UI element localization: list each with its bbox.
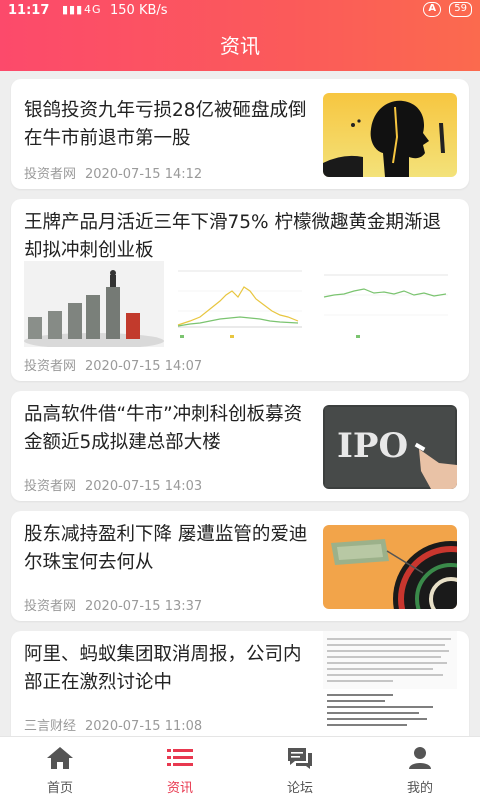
home-icon xyxy=(46,746,74,770)
news-source: 投资者网 xyxy=(24,359,77,374)
tab-label: 资讯 xyxy=(166,781,193,796)
signal-icon: ▮▮▮ xyxy=(62,3,84,16)
news-card[interactable]: 股东减持盈利下降 屡遭监管的爱迪尔珠宝何去何从 投资者网 2020-07-15 1… xyxy=(11,511,469,621)
tab-label: 论坛 xyxy=(286,781,313,796)
news-title[interactable]: 股东减持盈利下降 屡遭监管的爱迪尔珠宝何去何从 xyxy=(24,521,314,577)
vpn-icon: A xyxy=(423,2,442,17)
tab-forum[interactable]: 论坛 xyxy=(240,737,360,800)
news-date: 2020-07-15 14:03 xyxy=(85,479,203,494)
bar-blocks-image[interactable] xyxy=(24,261,164,347)
tab-label: 首页 xyxy=(46,781,73,796)
news-meta: 三言财经 2020-07-15 11:08 xyxy=(24,715,202,734)
news-card[interactable]: 银鸽投资九年亏损28亿被砸盘成倒在牛市前退市第一股 投资者网 2020-07-15… xyxy=(11,79,469,189)
news-meta: 投资者网 2020-07-15 13:37 xyxy=(24,595,202,614)
tab-news[interactable]: 资讯 xyxy=(120,737,240,800)
line-chart-image[interactable] xyxy=(170,261,310,347)
news-feed[interactable]: 银鸽投资九年亏损28亿被砸盘成倒在牛市前退市第一股 投资者网 2020-07-15… xyxy=(0,71,480,736)
profile-icon xyxy=(406,746,434,770)
news-meta: 投资者网 2020-07-15 14:03 xyxy=(24,475,202,494)
news-source: 投资者网 xyxy=(24,479,77,494)
news-date: 2020-07-15 13:37 xyxy=(85,599,203,614)
news-title[interactable]: 品高软件借“牛市”冲刺科创板募资金额近5成拟建总部大楼 xyxy=(24,401,314,457)
status-bar: 11:17 ▮▮▮ 4G 150 KB/s A 59 xyxy=(0,0,480,22)
news-source: 投资者网 xyxy=(24,167,77,182)
news-meta: 投资者网 2020-07-15 14:12 xyxy=(24,163,202,182)
news-title[interactable]: 王牌产品月活近三年下滑75% 柠檬微趣黄金期渐退却拟冲刺创业板 xyxy=(24,209,454,265)
tab-home[interactable]: 首页 xyxy=(0,737,120,800)
battery-icon: 59 xyxy=(449,2,472,17)
news-date: 2020-07-15 14:07 xyxy=(85,359,203,374)
bottom-tab-bar: 首页 资讯 论坛 我的 xyxy=(0,736,480,800)
silhouette-head-image[interactable] xyxy=(323,93,457,177)
network-speed: 150 KB/s xyxy=(110,3,168,18)
news-title[interactable]: 阿里、蚂蚁集团取消周报，公司内部正在激烈讨论中 xyxy=(24,641,314,697)
news-source: 投资者网 xyxy=(24,599,77,614)
dart-money-image[interactable] xyxy=(323,525,457,609)
news-card[interactable]: 品高软件借“牛市”冲刺科创板募资金额近5成拟建总部大楼 投资者网 2020-07-… xyxy=(11,391,469,501)
news-date: 2020-07-15 11:08 xyxy=(85,719,203,734)
news-title[interactable]: 银鸽投资九年亏损28亿被砸盘成倒在牛市前退市第一股 xyxy=(24,97,314,153)
network-type: 4G xyxy=(84,3,102,16)
status-time: 11:17 xyxy=(8,3,50,18)
forum-icon xyxy=(286,746,314,770)
news-card[interactable]: 阿里、蚂蚁集团取消周报，公司内部正在激烈讨论中 三言财经 2020-07-15 1… xyxy=(11,631,469,736)
tab-profile[interactable]: 我的 xyxy=(360,737,480,800)
tab-label: 我的 xyxy=(406,781,433,796)
svg-text:IPO: IPO xyxy=(337,426,408,466)
news-list-icon xyxy=(166,746,194,770)
news-image-row xyxy=(24,261,456,347)
news-meta: 投资者网 2020-07-15 14:07 xyxy=(24,355,202,374)
app-header: 11:17 ▮▮▮ 4G 150 KB/s A 59 资讯 xyxy=(0,0,480,71)
news-date: 2020-07-15 14:12 xyxy=(85,167,203,182)
screenshot-text-image[interactable] xyxy=(323,631,457,731)
news-source: 三言财经 xyxy=(24,719,77,734)
page-title: 资讯 xyxy=(220,34,260,58)
ipo-chalkboard-image[interactable]: IPO xyxy=(323,405,457,489)
line-chart-image[interactable] xyxy=(316,261,456,347)
news-card[interactable]: 王牌产品月活近三年下滑75% 柠檬微趣黄金期渐退却拟冲刺创业板 投资者网 202… xyxy=(11,199,469,381)
